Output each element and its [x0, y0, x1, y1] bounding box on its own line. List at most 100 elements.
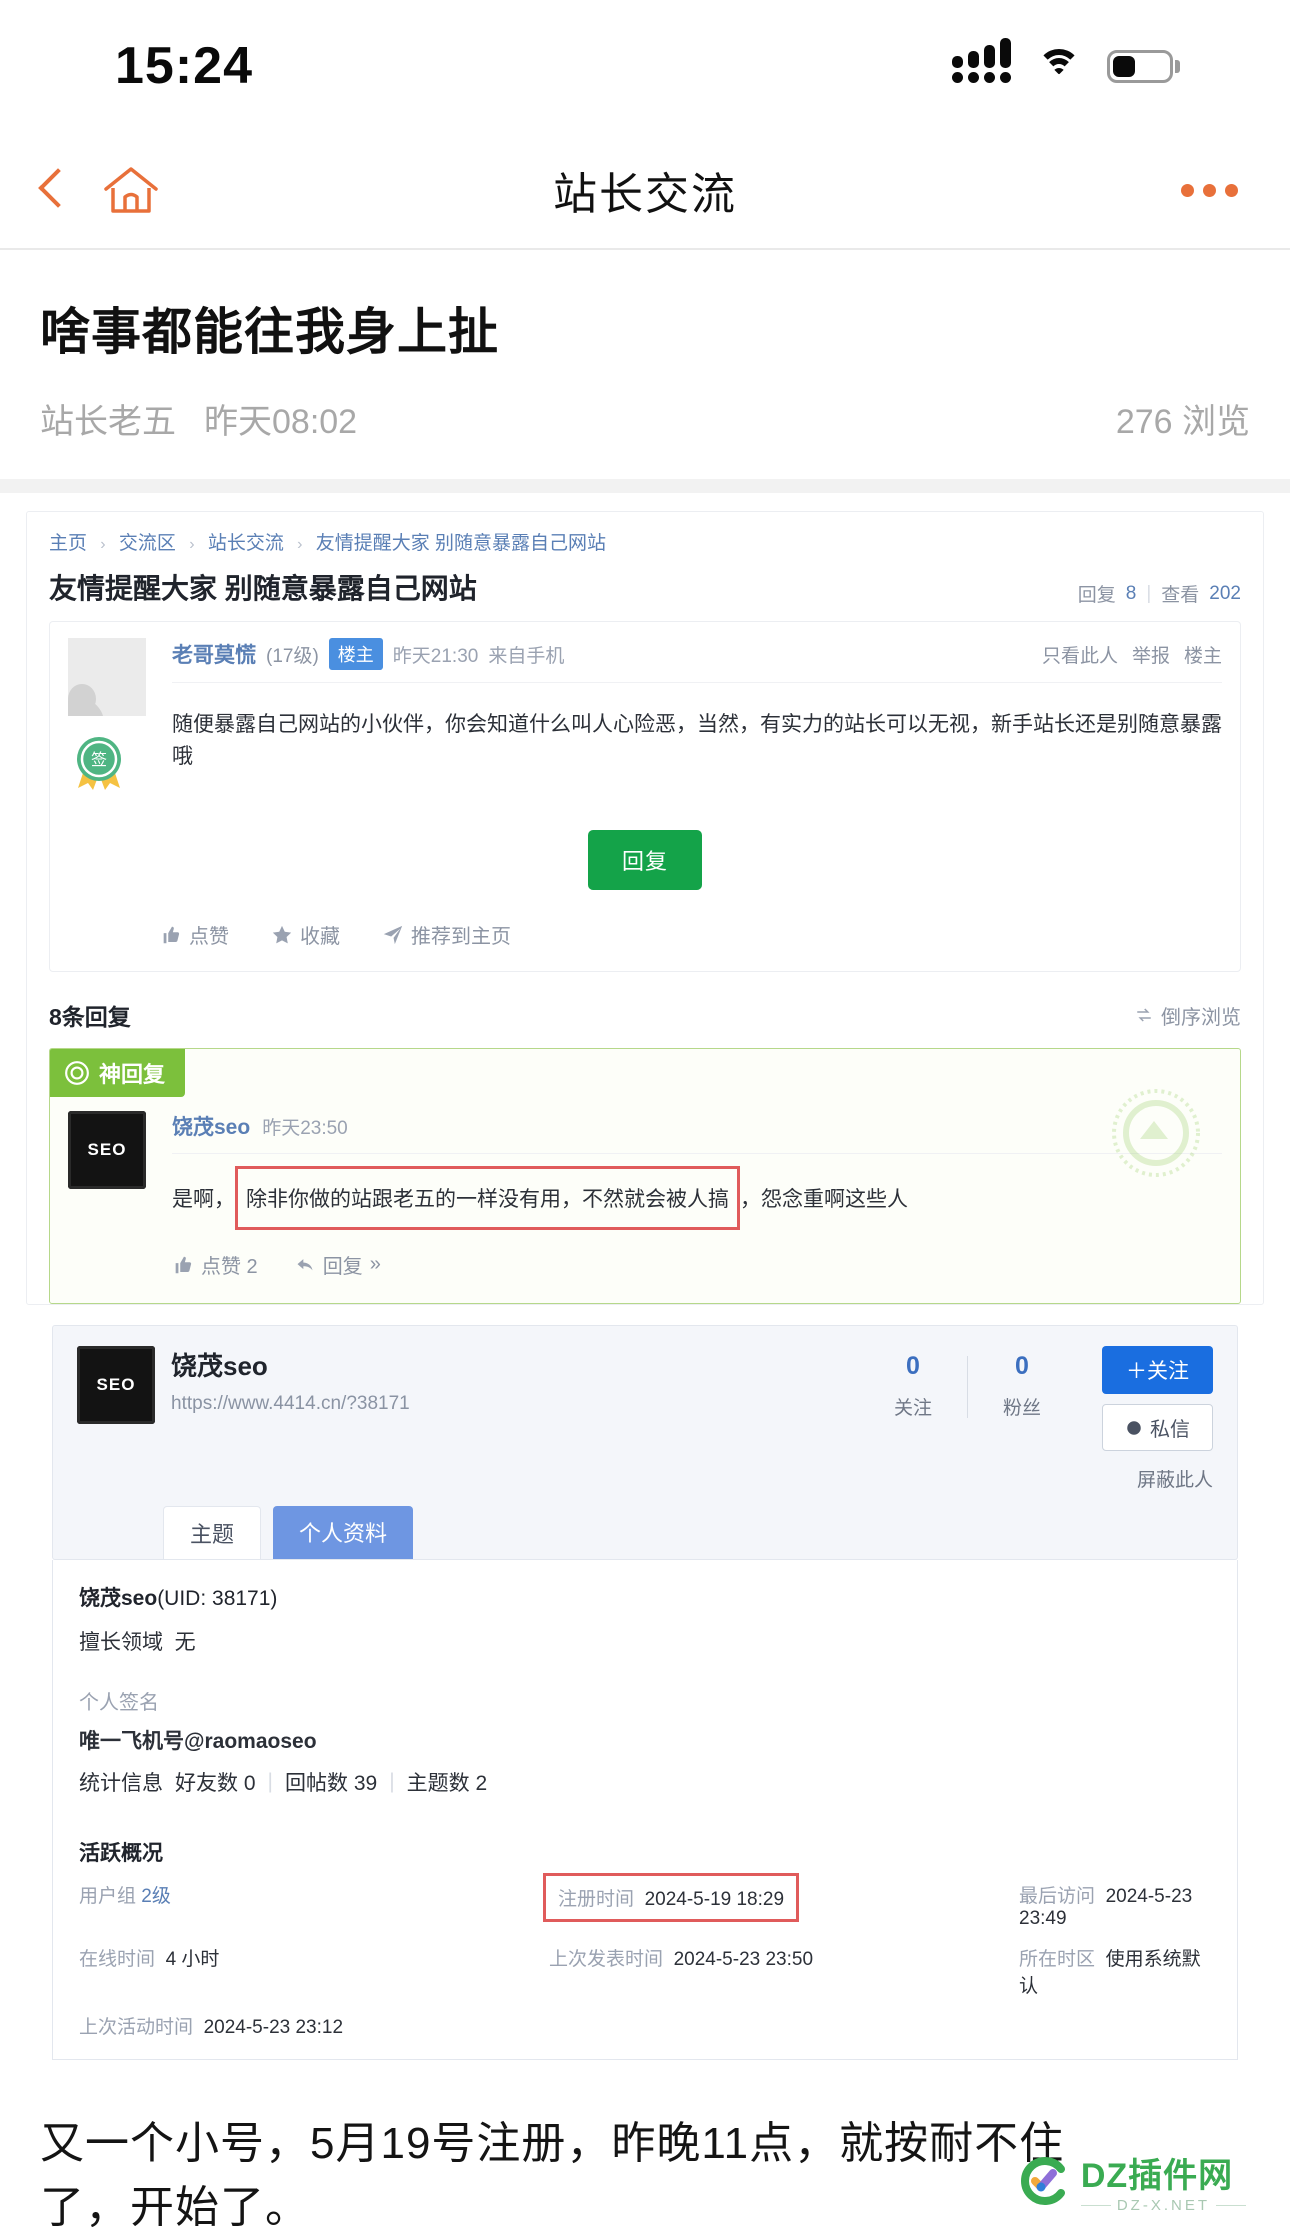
navigation-bar: 站长交流: [0, 132, 1290, 250]
first-post-author[interactable]: 老哥莫慌: [172, 639, 256, 669]
profile-url[interactable]: https://www.4414.cn/?38171: [171, 1393, 410, 1415]
medal-icon: 签: [68, 732, 130, 794]
profile-counts: 0 关注 0 粉丝: [859, 1346, 1076, 1492]
god-reply-text-suffix: ，怨念重啊这些人: [740, 1188, 908, 1211]
breadcrumb-item-forum[interactable]: 交流区: [119, 533, 176, 554]
followers-count[interactable]: 0 粉丝: [968, 1352, 1076, 1420]
profile-uid-name: 饶茂seo: [79, 1587, 158, 1610]
page-title: 站长交流: [553, 170, 737, 219]
activity-row-onlinetime: 在线时间 4 小时: [79, 1944, 549, 1998]
post-header: 啥事都能往我身上扯 站长老五 昨天08:02 276 浏览: [0, 250, 1290, 479]
post-title: 啥事都能往我身上扯: [40, 304, 499, 360]
post-views: 276 浏览: [1115, 403, 1250, 441]
breadcrumb-item-home[interactable]: 主页: [49, 533, 87, 554]
thread-view-label: 查看: [1161, 585, 1200, 606]
like-action[interactable]: 点赞: [160, 920, 229, 949]
forum-thread-box: 主页 › 交流区 › 站长交流 › 友情提醒大家 别随意暴露自己网站 友情提醒大…: [26, 511, 1264, 1305]
watermark: DZ插件网 DZ-X.NET: [1017, 2148, 1246, 2214]
op-link[interactable]: 楼主: [1184, 641, 1222, 668]
god-reply-text-prefix: 是啊，: [172, 1188, 235, 1211]
avatar[interactable]: SEO: [68, 1111, 146, 1189]
favorite-action[interactable]: 收藏: [271, 920, 340, 949]
reply-button[interactable]: 回复: [587, 830, 702, 890]
profile-card-body: 饶茂seo(UID: 38171) 擅长领域 无 个人签名 唯一飞机号@raom…: [52, 1560, 1238, 2060]
avatar[interactable]: [68, 638, 146, 716]
activity-key: 所在时区: [1019, 1949, 1096, 1970]
highlighted-quote-box: 除非你做的站跟老五的一样没有用，不然就会被人搞: [235, 1166, 740, 1230]
first-post-level: (17级): [266, 645, 319, 667]
message-icon: [1127, 1420, 1141, 1435]
replies-header: 8条回复 倒序浏览: [27, 972, 1263, 1048]
follow-button[interactable]: ＋关注: [1102, 1346, 1213, 1394]
recommend-action[interactable]: 推荐到主页: [382, 920, 511, 949]
thread-title: 友情提醒大家 别随意暴露自己网站: [49, 573, 477, 604]
section-divider: [0, 479, 1290, 493]
god-reply-content: 是啊， 除非你做的站跟老五的一样没有用，不然就会被人搞 ，怨念重啊这些人: [172, 1154, 1222, 1230]
breadcrumb-item-board[interactable]: 站长交流: [208, 533, 284, 554]
recommend-label: 推荐到主页: [411, 926, 511, 948]
swap-icon: [1137, 1008, 1151, 1022]
home-icon[interactable]: [102, 165, 160, 215]
first-post-time: 昨天21:30: [392, 645, 479, 667]
profile-stat-friends: 好友数 0: [175, 1772, 256, 1795]
activity-value: 2024-5-23 23:50: [673, 1949, 814, 1970]
thumbs-up-icon: [163, 926, 180, 943]
registration-time-highlight: 注册时间 2024-5-19 18:29: [543, 1873, 800, 1922]
profile-expertise-row: 擅长领域 无: [79, 1626, 1211, 1656]
report-link[interactable]: 举报: [1132, 641, 1170, 668]
profile-expertise-value: 无: [174, 1631, 196, 1654]
back-chevron-icon[interactable]: [38, 168, 64, 212]
god-reply-badge: 神回复: [50, 1049, 186, 1097]
tab-profile[interactable]: 个人资料: [273, 1506, 414, 1559]
following-value: 0: [906, 1352, 920, 1380]
profile-uid-value: (UID: 38171): [157, 1587, 278, 1610]
followers-value: 0: [1015, 1352, 1029, 1380]
activity-key: 注册时间: [558, 1889, 635, 1910]
god-reply-time: 昨天23:50: [262, 1117, 348, 1139]
thread-view-count: 202: [1209, 582, 1241, 604]
thumbs-up-icon: [175, 1256, 192, 1273]
block-user-link[interactable]: 屏蔽此人: [1137, 1465, 1213, 1492]
original-poster-tag: 楼主: [328, 638, 383, 670]
god-reply-more-icon[interactable]: »: [370, 1253, 381, 1276]
breadcrumb-separator: ›: [100, 536, 106, 553]
status-bar: 15:24: [0, 0, 1290, 132]
breadcrumb-item-current: 友情提醒大家 别随意暴露自己网站: [315, 533, 606, 554]
profile-panel: SEO 饶茂seo https://www.4414.cn/?38171 0 关…: [52, 1325, 1238, 2060]
profile-stats-row: 统计信息 好友数 0 | 回帖数 39 | 主题数 2: [79, 1767, 1211, 1797]
activity-key: 上次发表时间: [549, 1949, 664, 1970]
message-button[interactable]: 私信: [1102, 1404, 1213, 1451]
status-icon-group: [952, 38, 1180, 83]
watermark-title: DZ插件网: [1080, 2157, 1234, 2195]
order-toggle[interactable]: 倒序浏览: [1134, 1001, 1241, 1030]
only-this-user-link[interactable]: 只看此人: [1042, 641, 1118, 668]
god-reply-reply-action[interactable]: 回复 »: [294, 1250, 381, 1279]
activity-key: 在线时间: [79, 1949, 156, 1970]
first-post-author-line: 老哥莫慌 (17级) 楼主 昨天21:30 来自手机 只看此人 举报 楼主: [172, 638, 1222, 683]
avatar[interactable]: SEO: [77, 1346, 155, 1424]
wifi-icon: [1037, 49, 1081, 83]
signal-bars-icon: [952, 38, 1011, 83]
more-dots-icon[interactable]: [1181, 183, 1238, 197]
first-post-content: 随便暴露自己网站的小伙伴，你会知道什么叫人心险恶，当然，有实力的站长可以无视，新…: [172, 713, 1222, 768]
breadcrumb: 主页 › 交流区 › 站长交流 › 友情提醒大家 别随意暴露自己网站: [27, 512, 1263, 559]
activity-row-usergroup: 用户组 2级: [79, 1881, 549, 1930]
profile-stat-posts: 回帖数 39: [284, 1772, 378, 1795]
reply-arrow-icon: [297, 1258, 313, 1270]
tab-threads[interactable]: 主题: [163, 1506, 262, 1559]
screen-root: 15:24 站长交流 啥事都能往我身上扯 站长老五 昨天08:02 276 浏览…: [0, 0, 1290, 2240]
activity-row-register: 注册时间 2024-5-19 18:29: [543, 1873, 1019, 1930]
god-reply-author[interactable]: 饶茂seo: [172, 1111, 250, 1141]
thread-title-bar: 友情提醒大家 别随意暴露自己网站 回复 8 | 查看 202: [27, 559, 1263, 621]
following-count[interactable]: 0 关注: [859, 1352, 967, 1420]
stats-separator: |: [389, 1770, 395, 1793]
breadcrumb-separator: ›: [189, 536, 195, 553]
svg-text:签: 签: [91, 751, 107, 769]
god-reply-like-action[interactable]: 点赞 2: [172, 1250, 258, 1279]
god-reply-icon: [65, 1061, 89, 1085]
activity-value[interactable]: 2级: [141, 1886, 171, 1907]
god-reply-author-line: 饶茂seo 昨天23:50: [172, 1111, 1222, 1154]
profile-stats-label: 统计信息: [79, 1772, 163, 1795]
activity-value: 2024-5-23 23:12: [203, 2017, 344, 2038]
activity-row-lastactivity: 上次活动时间 2024-5-23 23:12: [79, 2012, 549, 2039]
